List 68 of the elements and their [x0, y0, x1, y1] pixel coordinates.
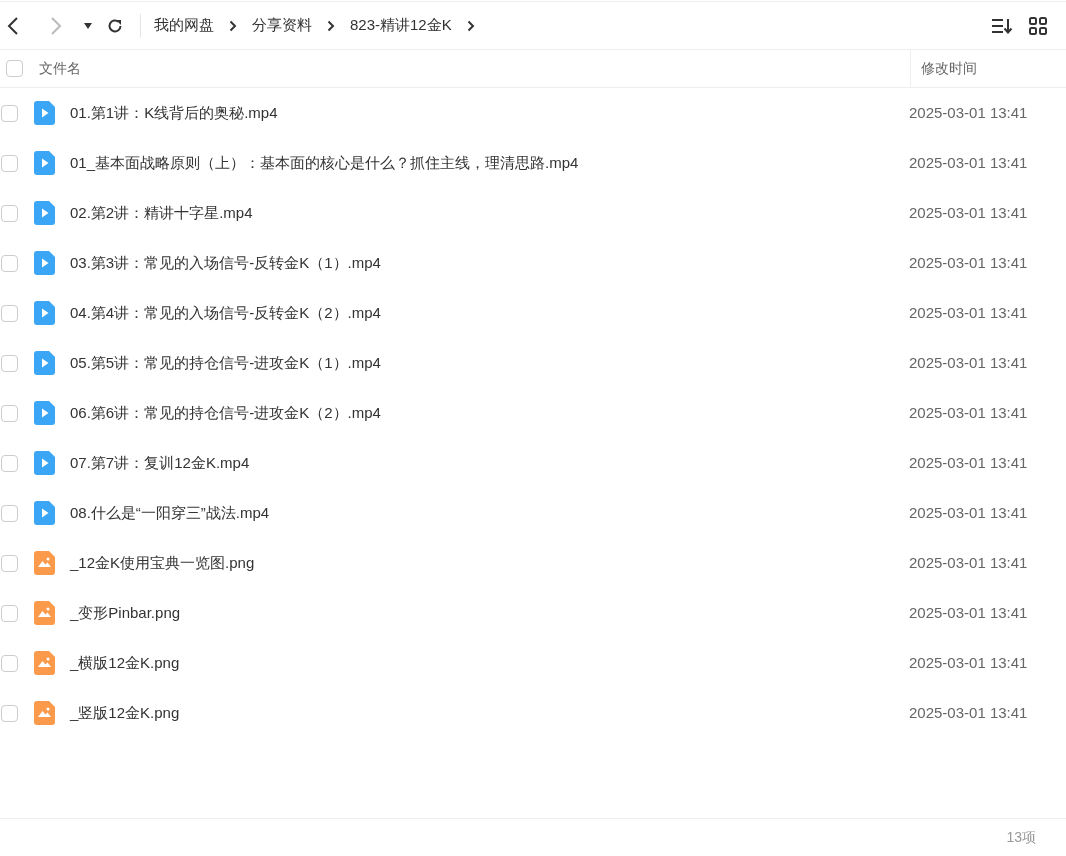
modified-time: 2025-03-01 13:41	[909, 452, 1029, 473]
modified-time: 2025-03-01 13:41	[909, 402, 1029, 423]
file-name[interactable]: _横版12金K.png	[70, 651, 180, 675]
sort-button[interactable]	[991, 16, 1013, 35]
file-name[interactable]: _12金K使用宝典一览图.png	[70, 551, 255, 575]
modified-time: 2025-03-01 13:41	[909, 552, 1029, 573]
modified-time: 2025-03-01 13:41	[909, 252, 1029, 273]
video-file-icon	[34, 151, 55, 175]
file-name[interactable]: 08.什么是“一阳穿三”战法.mp4	[70, 501, 270, 525]
back-button[interactable]	[5, 15, 21, 36]
file-name[interactable]: 02.第2讲：精讲十字星.mp4	[70, 201, 253, 225]
image-file-icon	[34, 651, 55, 675]
video-file-icon	[34, 401, 55, 425]
dropdown-button[interactable]	[83, 20, 93, 31]
modified-time: 2025-03-01 13:41	[909, 352, 1029, 373]
row-checkbox[interactable]	[1, 304, 18, 322]
forward-button[interactable]	[48, 15, 64, 36]
file-name[interactable]: 05.第5讲：常见的持仓信号-进攻金K（1）.mp4	[70, 351, 381, 375]
file-name[interactable]: 07.第7讲：复训12金K.mp4	[70, 451, 250, 475]
row-checkbox[interactable]	[1, 404, 18, 422]
file-name[interactable]: 01.第1讲：K线背后的奥秘.mp4	[70, 101, 278, 125]
row-checkbox[interactable]	[1, 654, 18, 672]
select-all-checkbox[interactable]	[6, 60, 23, 77]
row-checkbox[interactable]	[1, 454, 18, 472]
video-file-icon	[34, 201, 55, 225]
modified-time: 2025-03-01 13:41	[909, 602, 1029, 623]
row-checkbox[interactable]	[1, 504, 18, 522]
row-checkbox[interactable]	[1, 354, 18, 372]
modified-time: 2025-03-01 13:41	[909, 102, 1029, 123]
row-checkbox[interactable]	[1, 604, 18, 622]
video-file-icon	[34, 501, 55, 525]
modified-time: 2025-03-01 13:41	[909, 202, 1029, 223]
chevron-right-icon	[466, 19, 475, 32]
breadcrumb-link[interactable]: 我的网盘	[154, 14, 214, 37]
file-name[interactable]: 04.第4讲：常见的入场信号-反转金K（2）.mp4	[70, 301, 381, 325]
modified-time: 2025-03-01 13:41	[909, 702, 1029, 723]
grid-view-button[interactable]	[1029, 16, 1047, 35]
column-header[interactable]: 文件名	[39, 58, 81, 79]
file-name[interactable]: _变形Pinbar.png	[70, 601, 181, 625]
refresh-button[interactable]	[106, 16, 124, 35]
image-file-icon	[34, 551, 55, 575]
breadcrumb-link[interactable]: 分享资料	[252, 14, 312, 37]
video-file-icon	[34, 351, 55, 375]
video-file-icon	[34, 101, 55, 125]
modified-time: 2025-03-01 13:41	[909, 302, 1029, 323]
file-name[interactable]: 06.第6讲：常见的持仓信号-进攻金K（2）.mp4	[70, 401, 381, 425]
row-checkbox[interactable]	[1, 204, 18, 222]
breadcrumb-link[interactable]: 823-精讲12金K	[350, 14, 452, 37]
row-checkbox[interactable]	[1, 704, 18, 722]
row-checkbox[interactable]	[1, 104, 18, 122]
item-count: 13项	[1006, 828, 1036, 847]
row-checkbox[interactable]	[1, 154, 18, 172]
file-name[interactable]: 01_基本面战略原则（上）：基本面的核心是什么？抓住主线，理清思路.mp4	[70, 151, 579, 175]
chevron-right-icon	[327, 19, 335, 32]
modified-time: 2025-03-01 13:41	[909, 502, 1029, 523]
image-file-icon	[34, 601, 55, 625]
modified-time: 2025-03-01 13:41	[909, 152, 1029, 173]
row-checkbox[interactable]	[1, 554, 18, 572]
image-file-icon	[34, 701, 55, 725]
row-checkbox[interactable]	[1, 254, 18, 272]
video-file-icon	[34, 251, 55, 275]
video-file-icon	[34, 451, 55, 475]
video-file-icon	[34, 301, 55, 325]
modified-time: 2025-03-01 13:41	[909, 652, 1029, 673]
file-name[interactable]: 03.第3讲：常见的入场信号-反转金K（1）.mp4	[70, 251, 381, 275]
chevron-right-icon	[229, 19, 237, 32]
file-name[interactable]: _竖版12金K.png	[70, 701, 180, 725]
column-header[interactable]: 修改时间	[921, 58, 977, 79]
